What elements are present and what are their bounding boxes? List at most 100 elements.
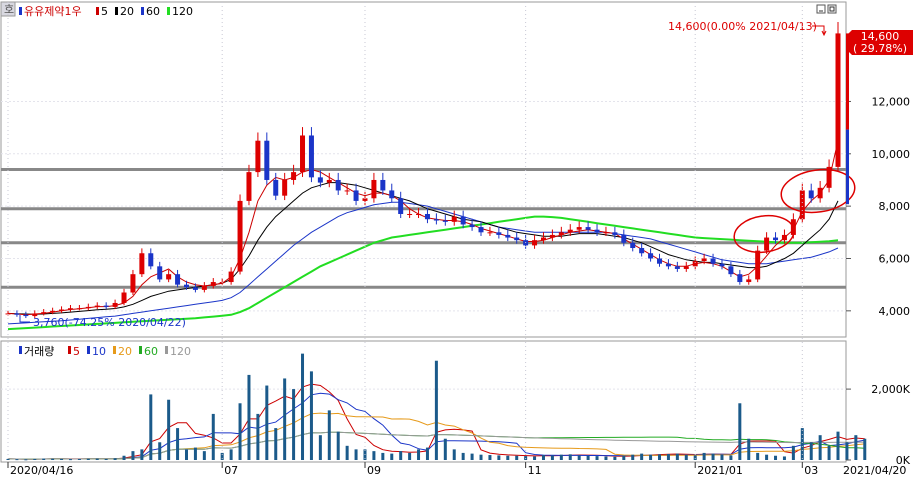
volume-bar [211,413,215,460]
candle-body [130,274,136,293]
candle-body [424,213,430,220]
volume-bar [417,449,421,460]
high-annotation: 14,600(0.00% 2021/04/13) [668,20,817,33]
legend-marker-5 [96,7,99,15]
candle-body [567,229,573,233]
volume-bar [51,458,55,460]
candle-body [175,274,181,285]
volume-bar [488,455,492,460]
candle-body [326,179,332,183]
price-tick-label: 6,000 [879,252,911,265]
volume-bar [390,453,394,460]
volume-bar [399,451,403,460]
volume-bar [818,435,822,460]
volume-bar [649,454,653,460]
volume-bar [77,458,81,460]
volume-legend-title: 거래량 [24,345,54,358]
candle-body [478,227,484,233]
candle-body [282,179,288,196]
candle-body [433,219,439,221]
candle-body [67,308,73,310]
candle-body [781,234,787,241]
volume-bar [327,410,331,460]
volume-bar [354,449,358,460]
candle-body [255,140,261,173]
volume-bar [595,456,599,460]
candle-body [808,190,814,199]
x-tick-label: 03 [804,464,818,477]
volume-tick-label: 2,000K [871,383,910,396]
volume-bar [836,431,840,460]
stock-chart: 4,000 6,000 8,000 10,000 12,000 호 유유제약1우 5 20 6… [0,1,913,477]
volume-bar [854,435,858,460]
candle-body [505,234,511,238]
volume-bar [666,453,670,460]
candle-body [398,198,404,214]
volume-legend-marker-120 [165,346,168,354]
volume-bar [720,454,724,460]
volume-bar [149,394,153,460]
maximize-icon[interactable] [827,4,837,14]
volume-bar [809,442,813,460]
candle-body [469,224,475,228]
volume-bar [6,458,10,460]
volume-bar [68,459,72,461]
volume-legend-marker [19,346,22,354]
last-price-box: 14,600 ( 29.78%) [846,30,913,55]
volume-bar [702,452,706,460]
volume-bar [541,455,545,460]
candle-body [487,232,493,234]
volume-bar [247,374,251,460]
price-tick-label: 10,000 [872,148,911,161]
volume-panel-frame [0,340,847,463]
volume-bar [470,453,474,460]
candle-body [192,287,198,290]
candle-body [692,261,698,267]
legend-label-20: 20 [120,5,134,18]
x-tick-label: 09 [367,464,381,477]
legend-label-120: 120 [172,5,193,18]
volume-bar [122,455,126,460]
volume-legend-label-120: 120 [170,345,191,358]
volume-bar [309,371,313,460]
candle-body [371,179,377,199]
candle-body [630,242,636,249]
candle-body [237,200,243,272]
minimize-icon[interactable] [816,4,826,14]
candle-body [639,248,645,254]
candle-body [41,312,47,314]
volume-bar [675,453,679,460]
volume-bar [515,455,519,460]
candle-body [719,263,725,267]
candle-body [166,274,172,280]
candle-body [335,179,341,191]
volume-bar [167,399,171,460]
candle-body [594,229,600,233]
volume-bar [95,458,99,460]
candle-body [273,179,279,196]
volume-bar [452,449,456,460]
candle-body [710,258,716,264]
candle-body [657,258,663,264]
candle-body [389,190,395,199]
legend-marker-title [19,7,22,15]
volume-bar [586,455,590,460]
candle-body [621,234,627,243]
candle-body [291,172,297,180]
candle-body [85,306,91,309]
volume-bar [782,456,786,460]
volume-bar [15,459,19,461]
candle-body [300,135,306,173]
volume-bar [176,428,180,460]
volume-bar [158,442,162,460]
legend-title: 유유제약1우 [24,4,82,18]
volume-bar [568,454,572,460]
volume-bar [827,445,831,460]
candle-body [746,279,752,283]
legend-marker-20 [115,7,118,15]
candle-body [201,285,207,290]
volume-bar [774,455,778,460]
candle-body [228,271,234,283]
candle-body [121,292,127,303]
candle-body [112,302,118,307]
